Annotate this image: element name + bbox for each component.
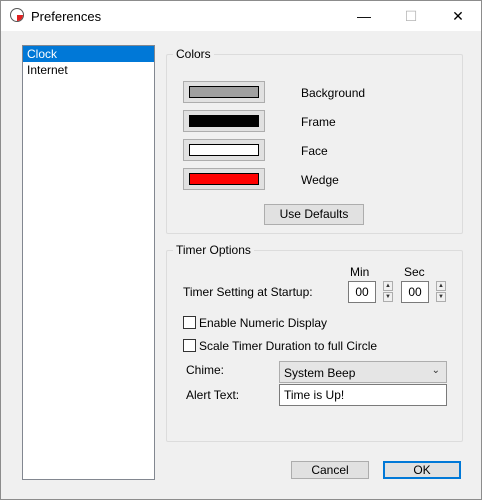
background-color-swatch [189, 86, 259, 98]
minutes-input[interactable]: 00 [348, 281, 376, 303]
preferences-window: Preferences — ☐ ✕ Clock Internet Colors … [0, 0, 482, 500]
numeric-display-checkbox[interactable] [183, 316, 196, 329]
list-item-clock[interactable]: Clock [23, 46, 154, 62]
startup-label: Timer Setting at Startup: [183, 285, 313, 299]
min-header: Min [350, 265, 370, 279]
chime-value: System Beep [284, 366, 356, 380]
minutes-down-arrow-icon[interactable]: ▼ [383, 292, 393, 302]
seconds-down-arrow-icon[interactable]: ▼ [436, 292, 446, 302]
sec-header: Sec [404, 265, 425, 279]
window-title: Preferences [31, 9, 102, 24]
minutes-up-arrow-icon[interactable]: ▲ [383, 281, 393, 291]
face-color-swatch [189, 144, 259, 156]
cancel-button[interactable]: Cancel [291, 461, 369, 479]
chevron-down-icon: ⌄ [431, 365, 440, 376]
clock-app-icon [10, 8, 24, 22]
title-bar[interactable]: Preferences — ☐ ✕ [1, 1, 481, 31]
wedge-color-label: Wedge [301, 173, 339, 187]
chime-label: Chime: [186, 363, 225, 377]
colors-group-label: Colors [173, 47, 214, 61]
minutes-spinner[interactable]: ▲ ▼ [383, 281, 393, 303]
wedge-color-swatch [189, 173, 259, 185]
face-color-label: Face [301, 144, 328, 158]
use-defaults-button[interactable]: Use Defaults [264, 204, 364, 225]
frame-color-button[interactable] [183, 110, 265, 132]
seconds-input[interactable]: 00 [401, 281, 429, 303]
background-color-button[interactable] [183, 81, 265, 103]
alert-text-input[interactable]: Time is Up! [279, 384, 447, 406]
category-list[interactable]: Clock Internet [22, 45, 155, 480]
frame-color-label: Frame [301, 115, 336, 129]
close-button[interactable]: ✕ [435, 1, 481, 31]
frame-color-swatch [189, 115, 259, 127]
face-color-button[interactable] [183, 139, 265, 161]
chime-dropdown[interactable]: System Beep ⌄ [279, 361, 447, 383]
background-color-label: Background [301, 86, 366, 100]
scale-timer-label[interactable]: Scale Timer Duration to full Circle [199, 339, 377, 353]
maximize-button[interactable]: ☐ [388, 1, 434, 31]
alert-text-label: Alert Text: [186, 388, 240, 402]
timer-options-label: Timer Options [173, 243, 254, 257]
seconds-spinner[interactable]: ▲ ▼ [436, 281, 446, 303]
scale-timer-checkbox[interactable] [183, 339, 196, 352]
minimize-button[interactable]: — [341, 1, 387, 31]
seconds-up-arrow-icon[interactable]: ▲ [436, 281, 446, 291]
ok-button[interactable]: OK [383, 461, 461, 479]
numeric-display-label[interactable]: Enable Numeric Display [199, 316, 327, 330]
list-item-internet[interactable]: Internet [23, 62, 154, 78]
wedge-color-button[interactable] [183, 168, 265, 190]
